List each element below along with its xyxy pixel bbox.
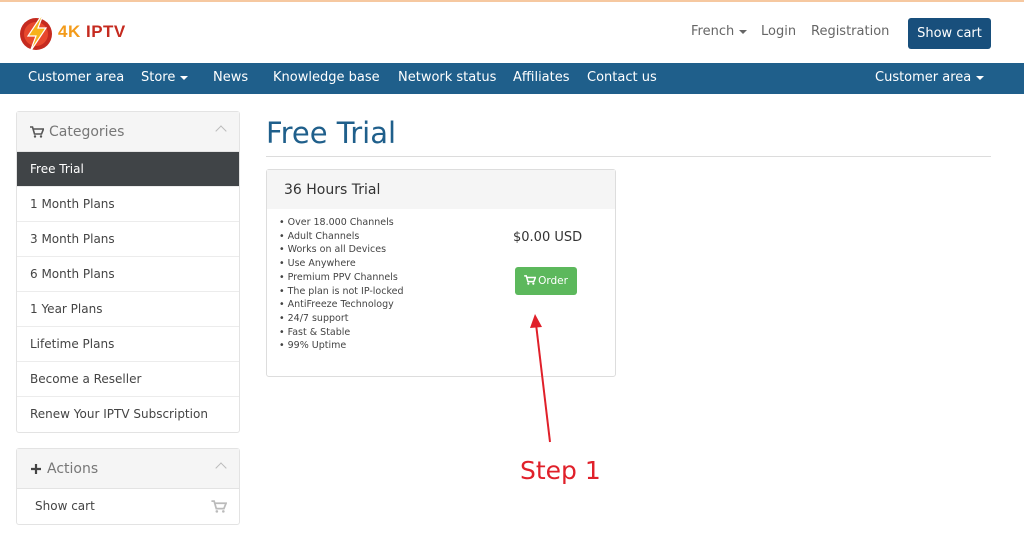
annotation-arrow-icon xyxy=(530,314,551,443)
step-1-label: Step 1 xyxy=(520,456,601,485)
